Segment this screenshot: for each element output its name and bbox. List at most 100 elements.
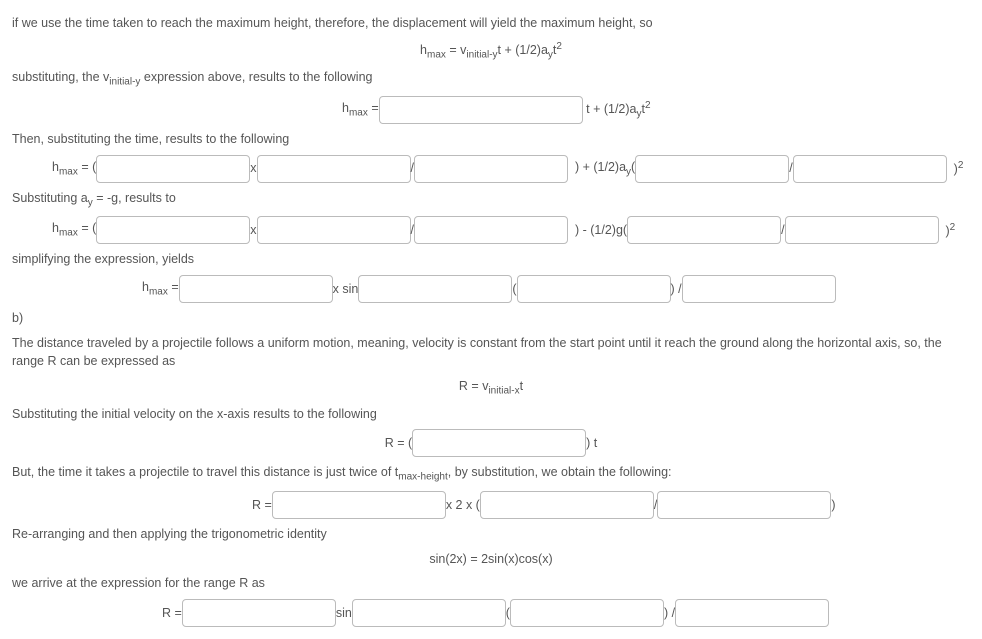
equation-8-row: R = x 2 x ( / ) — [252, 491, 970, 519]
eq5-input2[interactable] — [358, 275, 512, 303]
equation-9: sin(2x) = 2sin(x)cos(x) — [12, 550, 970, 569]
line8-pre: But, the time it takes a projectile to t… — [12, 465, 398, 479]
eq5-input3[interactable] — [517, 275, 671, 303]
intro-text: if we use the time taken to reach the ma… — [12, 14, 970, 33]
eq4-eq: = ( — [78, 221, 96, 235]
eq10-input2[interactable] — [352, 599, 506, 627]
eq2-midtxt: t + (1/2)a — [586, 102, 636, 116]
eq4-input1[interactable] — [96, 216, 250, 244]
eq6-pre: R = v — [459, 379, 489, 393]
line2-after: expression above, results to the followi… — [140, 70, 372, 84]
eq3-closetxt: ) — [950, 162, 958, 176]
eq3-input5[interactable] — [793, 155, 947, 183]
eq3-input1[interactable] — [96, 155, 250, 183]
line4-pre: Substituting a — [12, 191, 88, 205]
eq3-input2[interactable] — [257, 155, 411, 183]
eq10-sin: sin — [336, 604, 352, 623]
line4-after: = -g, results to — [93, 191, 176, 205]
equation-2-row: hmax = t + (1/2)ayt2 — [342, 96, 970, 124]
eq2-input1[interactable] — [379, 96, 583, 124]
line7-text: Substituting the initial velocity on the… — [12, 405, 970, 424]
eq4-input4[interactable] — [627, 216, 781, 244]
equation-3-row: hmax = ( x / ) + (1/2)ay( / )2 — [52, 155, 970, 183]
eq10-input1[interactable] — [182, 599, 336, 627]
eq8-input2[interactable] — [480, 491, 654, 519]
eq1-mid: = v — [446, 43, 467, 57]
eq2-eq: = — [368, 101, 379, 115]
eq8-input3[interactable] — [657, 491, 831, 519]
eq2-h: h — [342, 101, 349, 115]
eq4-max: max — [59, 228, 78, 239]
eq3-sup: 2 — [958, 160, 964, 171]
eq2-mid: t + (1/2)ayt2 — [583, 98, 651, 122]
equation-6: R = vinitial-xt — [12, 377, 970, 399]
eq4-mid: ) - (1/2)g( — [568, 221, 627, 240]
eq3-input4[interactable] — [635, 155, 789, 183]
line6-text: The distance traveled by a projectile fo… — [12, 334, 970, 372]
eq4-input2[interactable] — [257, 216, 411, 244]
eq2-hmax: hmax = — [342, 99, 379, 121]
line8-sub: max-height — [398, 472, 447, 483]
eq3-x: x — [250, 159, 256, 178]
eq5-xsin: x sin — [333, 280, 359, 299]
eq1-after: t + (1/2)a — [498, 43, 548, 57]
eq3-close: )2 — [947, 158, 964, 179]
line2-sub: initial-y — [109, 77, 140, 88]
eq4-midtxt: ) - (1/2)g( — [572, 223, 628, 237]
eq2-sup: 2 — [645, 100, 651, 111]
line4-text: Substituting ay = -g, results to — [12, 189, 970, 211]
eq3-max: max — [59, 166, 78, 177]
eq2-max: max — [349, 108, 368, 119]
eq5-input1[interactable] — [179, 275, 333, 303]
eq7-input1[interactable] — [412, 429, 586, 457]
eq10-input4[interactable] — [675, 599, 829, 627]
eq5-input4[interactable] — [682, 275, 836, 303]
equation-4-row: hmax = ( x / ) - (1/2)g( / )2 — [52, 216, 970, 244]
eq8-input1[interactable] — [272, 491, 446, 519]
eq4-hmax: hmax = ( — [52, 219, 96, 241]
eq8-pre: R = — [252, 496, 272, 515]
eq3-midtxt: ) + (1/2)a — [572, 160, 627, 174]
eq5-h: h — [142, 280, 149, 294]
eq7-close: ) t — [586, 434, 597, 453]
line9-text: Re-arranging and then applying the trigo… — [12, 525, 970, 544]
eq3-mid: ) + (1/2)ay( — [568, 158, 635, 180]
eq3-input3[interactable] — [414, 155, 568, 183]
eq4-sup: 2 — [950, 222, 956, 233]
eq4-input5[interactable] — [785, 216, 939, 244]
eq1-vinit: initial-y — [466, 49, 497, 60]
part-b-label: b) — [12, 309, 970, 328]
line5-text: simplifying the expression, yields — [12, 250, 970, 269]
eq4-input3[interactable] — [414, 216, 568, 244]
eq3-hmax: hmax = ( — [52, 158, 96, 180]
eq6-after: t — [520, 379, 523, 393]
eq10-pre: R = — [162, 604, 182, 623]
eq10-close: ) / — [664, 604, 675, 623]
eq6-sub: initial-x — [488, 386, 519, 397]
eq4-closetxt: ) — [942, 224, 950, 238]
eq6-text: R = vinitial-xt — [459, 377, 523, 399]
equation-10-row: R = sin ( ) / — [162, 599, 970, 627]
eq5-eq: = — [168, 280, 179, 294]
eq5-open: ( — [512, 280, 516, 299]
eq4-close: )2 — [939, 220, 956, 241]
eq3-h: h — [52, 160, 59, 174]
eq5-hmax: hmax = — [142, 278, 179, 300]
eq4-x: x — [250, 221, 256, 240]
eq10-input3[interactable] — [510, 599, 664, 627]
eq3-eq: = ( — [78, 160, 96, 174]
eq8-mid: x 2 x ( — [446, 496, 480, 515]
line3-text: Then, substituting the time, results to … — [12, 130, 970, 149]
line10-text: we arrive at the expression for the rang… — [12, 574, 970, 593]
line2-text: substituting, the vinitial-y expression … — [12, 68, 970, 90]
eq1-h: h — [420, 43, 427, 57]
equation-5-row: hmax = x sin ( ) / — [142, 275, 970, 303]
line8-text: But, the time it takes a projectile to t… — [12, 463, 970, 485]
equation-7-row: R = ( ) t — [12, 429, 970, 457]
eq8-close: ) — [831, 496, 835, 515]
eq7-pre: R = ( — [385, 434, 412, 453]
eq5-max: max — [149, 287, 168, 298]
eq1-max: max — [427, 49, 446, 60]
equation-1: hmax = vinitial-yt + (1/2)ayt2 — [12, 39, 970, 63]
line8-after: , by substitution, we obtain the followi… — [448, 465, 672, 479]
